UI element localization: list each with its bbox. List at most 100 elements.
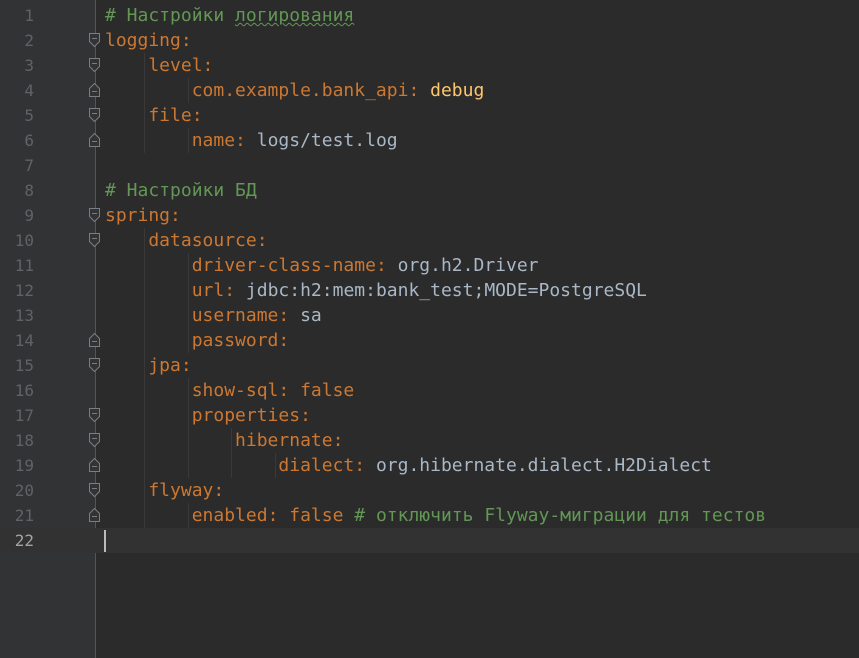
code-token: : [408,80,431,101]
code-token: file [105,105,192,126]
code-line[interactable]: 6 name: logs/test.log [0,128,859,153]
code-line[interactable]: 10 datasource: [0,228,859,253]
code-text[interactable]: # Настройки логирования [105,3,354,28]
code-token: logging [105,30,181,51]
code-text[interactable]: properties: [105,403,311,428]
code-token: org.hibernate.dialect.H2Dialect [375,455,712,476]
code-line[interactable]: 3 level: [0,53,859,78]
code-line[interactable]: 18 hibernate: [0,428,859,453]
code-token: : [267,505,290,526]
fold-close-icon[interactable] [88,507,101,523]
code-text[interactable]: dialect: org.hibernate.dialect.H2Dialect [105,453,712,478]
code-text[interactable]: url: jdbc:h2:mem:bank_test;MODE=PostgreS… [105,278,647,303]
code-text[interactable]: com.example.bank_api: debug [105,78,485,103]
fold-open-icon[interactable] [88,357,101,373]
code-line[interactable]: 1 # Настройки логирования [0,3,859,28]
fold-open-icon[interactable] [88,107,101,123]
code-token: url [105,280,225,301]
code-token: logs/test.log [256,130,398,151]
code-text[interactable]: spring: [105,203,181,228]
code-token: : [202,55,214,76]
code-line[interactable]: 2 logging: [0,28,859,53]
code-token: name [105,130,236,151]
line-number: 1 [24,6,34,25]
line-number: 12 [14,281,34,300]
code-line[interactable]: 11 driver-class-name: org.h2.Driver [0,253,859,278]
fold-open-icon[interactable] [88,207,101,223]
code-text[interactable]: password: [105,328,290,353]
code-line[interactable]: 13 username: sa [0,303,859,328]
fold-close-icon[interactable] [88,332,101,348]
code-line[interactable]: 7 [0,153,859,178]
code-text[interactable]: # Настройки БД [105,178,257,203]
line-number: 8 [24,181,34,200]
text-caret [104,530,106,552]
code-token: dialect [105,455,355,476]
code-text[interactable]: show-sql: false [105,378,355,403]
fold-open-icon[interactable] [88,32,101,48]
line-number: 22 [14,531,34,550]
code-token: : [278,380,301,401]
line-number: 21 [14,506,34,525]
code-line[interactable]: 21 enabled: false # отключить Flyway-миг… [0,503,859,528]
code-text[interactable]: name: logs/test.log [105,128,398,153]
code-line[interactable]: 4 com.example.bank_api: debug [0,78,859,103]
code-editor[interactable]: 1 # Настройки логирования 2 logging: 3 level… [0,0,859,658]
code-token: show-sql [105,380,279,401]
fold-open-icon[interactable] [88,232,101,248]
code-token: : [354,455,376,476]
line-number: 7 [24,156,34,175]
code-line[interactable]: 9 spring: [0,203,859,228]
code-token: # отключить Flyway-миграции для тестов [343,505,767,526]
code-token: # Настройки БД [105,180,257,201]
code-text[interactable]: username: sa [105,303,322,328]
code-token: : [224,280,246,301]
code-token: properties [105,405,301,426]
fold-close-icon[interactable] [88,132,101,148]
code-token: flyway [105,480,214,501]
code-line[interactable]: 19 dialect: org.hibernate.dialect.H2Dial… [0,453,859,478]
code-line[interactable]: 15 jpa: [0,353,859,378]
code-text[interactable]: driver-class-name: org.h2.Driver [105,253,539,278]
fold-open-icon[interactable] [88,407,101,423]
code-token: : [170,205,181,226]
code-token: datasource [105,230,257,251]
fold-open-icon[interactable] [88,482,101,498]
code-text[interactable]: level: [105,53,213,78]
code-token: : [180,355,192,376]
line-number: 17 [14,406,34,425]
code-token: false [289,505,344,526]
line-number: 11 [14,256,34,275]
code-line[interactable]: 14 password: [0,328,859,353]
code-token: : [332,430,344,451]
code-text[interactable]: datasource: [105,228,267,253]
code-line[interactable]: 8 # Настройки БД [0,178,859,203]
code-line[interactable]: 16 show-sql: false [0,378,859,403]
code-token: level [105,55,203,76]
line-number: 9 [24,206,34,225]
code-token: : [191,105,203,126]
fold-open-icon[interactable] [88,57,101,73]
code-token: password [105,330,279,351]
code-token: false [300,380,355,401]
code-text[interactable]: file: [105,103,203,128]
code-text[interactable]: flyway: [105,478,224,503]
code-text[interactable]: logging: [105,28,192,53]
fold-close-icon[interactable] [88,82,101,98]
code-token: jdbc:h2:mem:bank_test;MODE=PostgreSQL [245,280,647,301]
code-token: логирования [235,5,355,26]
code-line[interactable]: 5 file: [0,103,859,128]
code-line[interactable]: 17 properties: [0,403,859,428]
code-token: com.example.bank_api [105,80,409,101]
code-token: sa [300,305,322,326]
fold-open-icon[interactable] [88,432,101,448]
code-token: # Настройки [105,5,236,26]
code-line[interactable]: 12 url: jdbc:h2:mem:bank_test;MODE=Postg… [0,278,859,303]
code-text[interactable]: enabled: false # отключить Flyway-миграц… [105,503,766,528]
code-line[interactable]: 20 flyway: [0,478,859,503]
code-text[interactable]: jpa: [105,353,192,378]
code-text[interactable]: hibernate: [105,428,343,453]
code-line[interactable]: 22 [0,528,859,553]
fold-close-icon[interactable] [88,457,101,473]
line-number: 3 [24,56,34,75]
